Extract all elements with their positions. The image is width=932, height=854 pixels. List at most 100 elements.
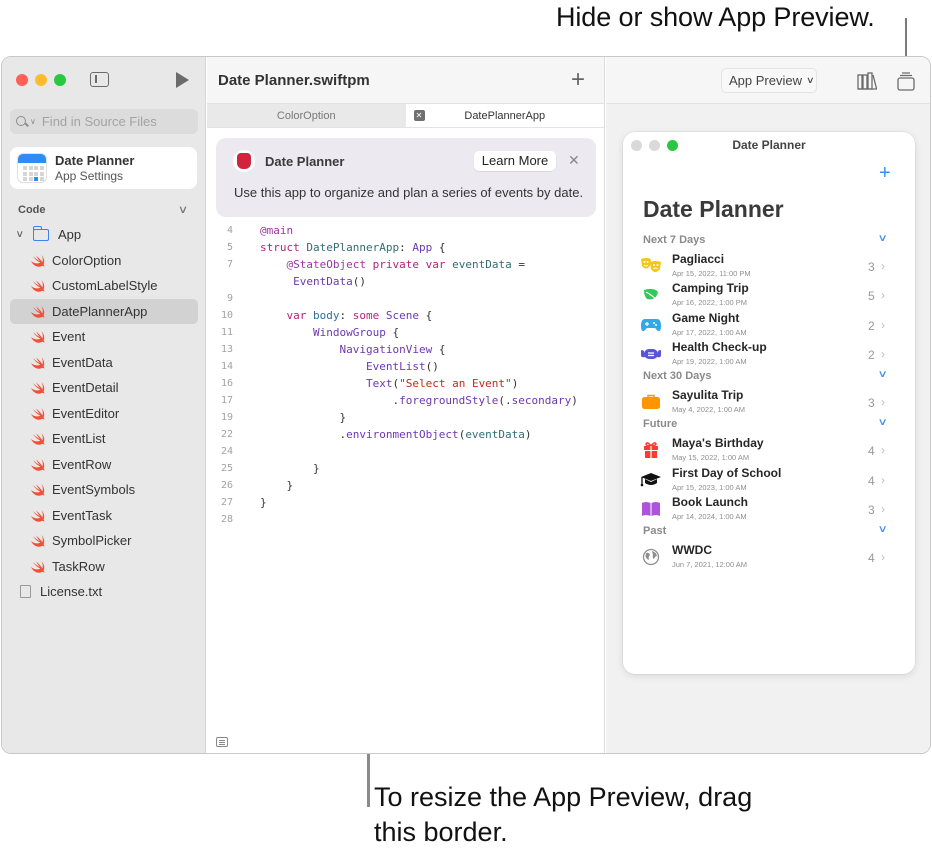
close-window-button[interactable]: [16, 74, 28, 86]
preview-heading: Date Planner: [643, 196, 784, 222]
code-line: 9: [207, 290, 604, 307]
code-text: @main: [260, 224, 294, 237]
chevron-down-icon[interactable]: ∨: [15, 229, 34, 240]
file-symbolpicker[interactable]: SymbolPicker: [10, 528, 198, 554]
suitcase-icon: [640, 393, 662, 411]
file-eventtask[interactable]: EventTask: [10, 503, 198, 529]
zoom-window-button[interactable]: [54, 74, 66, 86]
file-eventsymbols[interactable]: EventSymbols: [10, 477, 198, 503]
event-row[interactable]: Maya's Birthday May 15, 2022, 1:00 AM 4 ›: [623, 435, 915, 464]
event-row[interactable]: Game Night Apr 17, 2022, 1:00 AM 2 ›: [623, 310, 915, 339]
editor-header: Date Planner.swiftpm +: [207, 57, 604, 104]
code-area[interactable]: 4 @main 5 struct DatePlannerApp: App {7 @St…: [207, 222, 604, 528]
sidebar-toggle-icon[interactable]: [90, 72, 109, 87]
section-label: Past: [643, 525, 667, 538]
event-row[interactable]: Sayulita Trip May 4, 2022, 1:00 AM 3 ›: [623, 387, 915, 416]
search-input[interactable]: [41, 114, 192, 129]
app-preview-window: Date Planner + Date Planner Next 7 Days ∨…: [623, 132, 915, 674]
add-event-icon[interactable]: +: [879, 162, 891, 185]
event-row[interactable]: Pagliacci Apr 15, 2022, 11:00 PM 3 ›: [623, 251, 915, 280]
event-row[interactable]: Book Launch Apr 14, 2024, 1:00 AM 3 ›: [623, 494, 915, 523]
editor-tabs: ColorOption ✕ DatePlannerApp: [207, 104, 604, 128]
line-number: 11: [220, 327, 233, 338]
line-number: 9: [226, 293, 233, 304]
code-line: 28: [207, 511, 604, 528]
leaf-icon: [640, 286, 662, 304]
event-row[interactable]: Camping Trip Apr 16, 2022, 1:00 PM 5 ›: [623, 280, 915, 309]
graduationcap-icon: [640, 471, 662, 489]
chevron-down-icon[interactable]: ∨: [178, 203, 188, 216]
minimize-window-button[interactable]: [35, 74, 47, 86]
code-line: 27}: [207, 494, 604, 511]
event-row[interactable]: Health Check-up Apr 19, 2022, 1:00 AM 2 ›: [623, 339, 915, 368]
callout-resize-border: To resize the App Preview, drag this bor…: [374, 782, 753, 847]
event-date: May 15, 2022, 1:00 AM: [672, 453, 750, 463]
library-icon[interactable]: [857, 72, 878, 90]
banner-title: Date Planner: [265, 154, 345, 169]
code-text: var body: some Scene {: [286, 309, 433, 322]
app-settings-title: Date Planner: [55, 153, 135, 168]
folder-icon: [32, 225, 49, 241]
file-eventrow[interactable]: EventRow: [10, 452, 198, 478]
code-line: 26 }: [207, 477, 604, 494]
tab-coloroption[interactable]: ColorOption: [207, 104, 406, 127]
chevron-down-icon: ∨: [805, 75, 815, 85]
playgrounds-window: ∨ Date Planner App Settings Code ∨: [1, 56, 931, 754]
tab-dateplannerapp[interactable]: ✕ DatePlannerApp: [405, 104, 604, 127]
swift-file-icon: [30, 560, 45, 573]
code-text: .foregroundStyle(.secondary): [260, 394, 578, 407]
file-label: EventRow: [52, 456, 112, 472]
file-eventdetail[interactable]: EventDetail: [10, 375, 198, 401]
line-number: 24: [220, 446, 233, 457]
hide-show-preview-icon[interactable]: [896, 71, 916, 91]
file-event[interactable]: Event: [10, 324, 198, 350]
window-controls: [16, 74, 66, 86]
section-label-code: Code: [18, 204, 46, 216]
code-text: Text("Select an Event"): [365, 377, 519, 390]
close-icon[interactable]: ✕: [568, 152, 580, 169]
file-label: EventDetail: [52, 380, 119, 396]
event-task-count: 3: [868, 503, 875, 518]
line-number: 4: [226, 225, 233, 236]
file-license[interactable]: License.txt: [10, 579, 198, 605]
swift-file-icon: [30, 279, 45, 293]
section-header: Future ∨: [623, 416, 915, 435]
swift-file-icon: [30, 458, 45, 471]
code-text: }: [260, 462, 320, 475]
documentation-icon[interactable]: [216, 737, 228, 747]
chevron-down-icon[interactable]: ∨: [878, 233, 888, 244]
chevron-down-icon[interactable]: ∨: [878, 369, 888, 380]
swift-file-icon: [30, 483, 45, 497]
file-eventdata[interactable]: EventData: [10, 350, 198, 376]
preview-selector[interactable]: App Preview ∨: [721, 68, 817, 93]
app-mascot-icon: [233, 150, 255, 172]
run-play-icon[interactable]: [176, 72, 189, 88]
file-coloroption[interactable]: ColorOption: [10, 248, 198, 274]
folder-app[interactable]: ∨ App: [10, 222, 198, 248]
close-tab-icon[interactable]: ✕: [413, 110, 425, 121]
file-eventeditor[interactable]: EventEditor: [10, 401, 198, 427]
event-date: Apr 14, 2024, 1:00 AM: [672, 512, 747, 522]
file-eventlist[interactable]: EventList: [10, 426, 198, 452]
mask-icon: [640, 345, 662, 363]
chevron-down-icon[interactable]: ∨: [878, 524, 888, 535]
event-row[interactable]: WWDC Jun 7, 2021, 12:00 AM 4 ›: [623, 542, 915, 571]
line-number: 13: [220, 344, 233, 355]
line-number: 5: [226, 242, 233, 253]
chevron-right-icon: ›: [881, 443, 885, 458]
file-customlabelstyle[interactable]: CustomLabelStyle: [10, 273, 198, 299]
line-number: 14: [220, 361, 233, 372]
file-dateplannerapp[interactable]: DatePlannerApp: [10, 298, 198, 324]
add-icon[interactable]: +: [571, 68, 585, 92]
section-label: Future: [643, 418, 678, 431]
code-line: 14 EventList(): [207, 358, 604, 375]
event-title: Game Night: [672, 310, 740, 325]
line-number: 26: [220, 480, 233, 491]
learn-more-button[interactable]: Learn More: [474, 151, 556, 171]
app-settings-button[interactable]: Date Planner App Settings: [10, 147, 197, 189]
event-date: May 4, 2022, 1:00 AM: [672, 405, 745, 415]
event-row[interactable]: First Day of School Apr 15, 2023, 1:00 AM…: [623, 465, 915, 494]
file-taskrow[interactable]: TaskRow: [10, 554, 198, 580]
callout-hide-show-preview: Hide or show App Preview.: [556, 2, 875, 32]
chevron-down-icon[interactable]: ∨: [878, 417, 888, 428]
